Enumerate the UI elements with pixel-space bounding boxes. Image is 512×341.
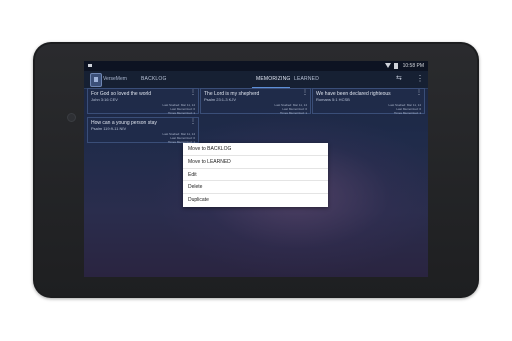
status-bar: 10:58 PM bbox=[84, 61, 428, 71]
wifi-icon bbox=[385, 63, 391, 68]
menu-item-duplicate[interactable]: Duplicate bbox=[183, 194, 328, 207]
verse-card[interactable]: How can a young person stay Psalm 119:9-… bbox=[87, 117, 199, 144]
verse-reference: Psalm 23:1-3 KJV bbox=[204, 97, 237, 102]
battery-icon bbox=[394, 63, 398, 69]
route-icon[interactable]: ⇆ bbox=[396, 75, 404, 83]
card-overflow-icon[interactable]: ⋮ bbox=[190, 90, 196, 96]
verse-card[interactable]: We have been declared righteous Romans 5… bbox=[312, 88, 425, 115]
context-menu: Move to BACKLOG Move to LEARNED Edit Del… bbox=[183, 143, 328, 207]
verse-reference: Psalm 119:9-11 NIV bbox=[91, 126, 127, 131]
menu-item-move-to-backlog[interactable]: Move to BACKLOG bbox=[183, 143, 328, 156]
menu-item-edit[interactable]: Edit bbox=[183, 169, 328, 182]
menu-item-delete[interactable]: Delete bbox=[183, 181, 328, 195]
tab-backlog[interactable]: BACKLOG bbox=[141, 76, 167, 82]
card-overflow-icon[interactable]: ⋮ bbox=[190, 119, 196, 125]
card-overflow-icon[interactable]: ⋮ bbox=[302, 90, 308, 96]
verse-meta-line: Times Memorized: 1 bbox=[279, 111, 307, 115]
verse-card[interactable]: The Lord is my shepherd Psalm 23:1-3 KJV… bbox=[200, 88, 311, 115]
app-logo-icon[interactable] bbox=[90, 73, 102, 87]
action-bar: VerseMem BACKLOG MEMORIZING LEARNED ⇆ ⋮ bbox=[84, 71, 428, 89]
verse-meta-line: Times Memorized: 1 bbox=[393, 111, 421, 115]
verse-reference: Romans 5:1 HCSB bbox=[316, 97, 350, 102]
front-camera bbox=[67, 113, 76, 122]
notification-icon bbox=[88, 64, 92, 67]
status-time: 10:58 PM bbox=[402, 63, 424, 69]
menu-item-move-to-learned[interactable]: Move to LEARNED bbox=[183, 156, 328, 169]
verse-reference: John 3:16 CEV bbox=[91, 97, 118, 102]
overflow-menu-icon[interactable]: ⋮ bbox=[416, 74, 424, 84]
tab-memorizing[interactable]: MEMORIZING bbox=[256, 76, 291, 82]
tab-learned[interactable]: LEARNED bbox=[294, 76, 319, 82]
card-overflow-icon[interactable]: ⋮ bbox=[416, 90, 422, 96]
verse-meta-line: Times Memorized: 1 bbox=[167, 111, 195, 115]
app-title: VerseMem bbox=[103, 76, 127, 82]
verse-card[interactable]: For God so loved the world John 3:16 CEV… bbox=[87, 88, 199, 115]
